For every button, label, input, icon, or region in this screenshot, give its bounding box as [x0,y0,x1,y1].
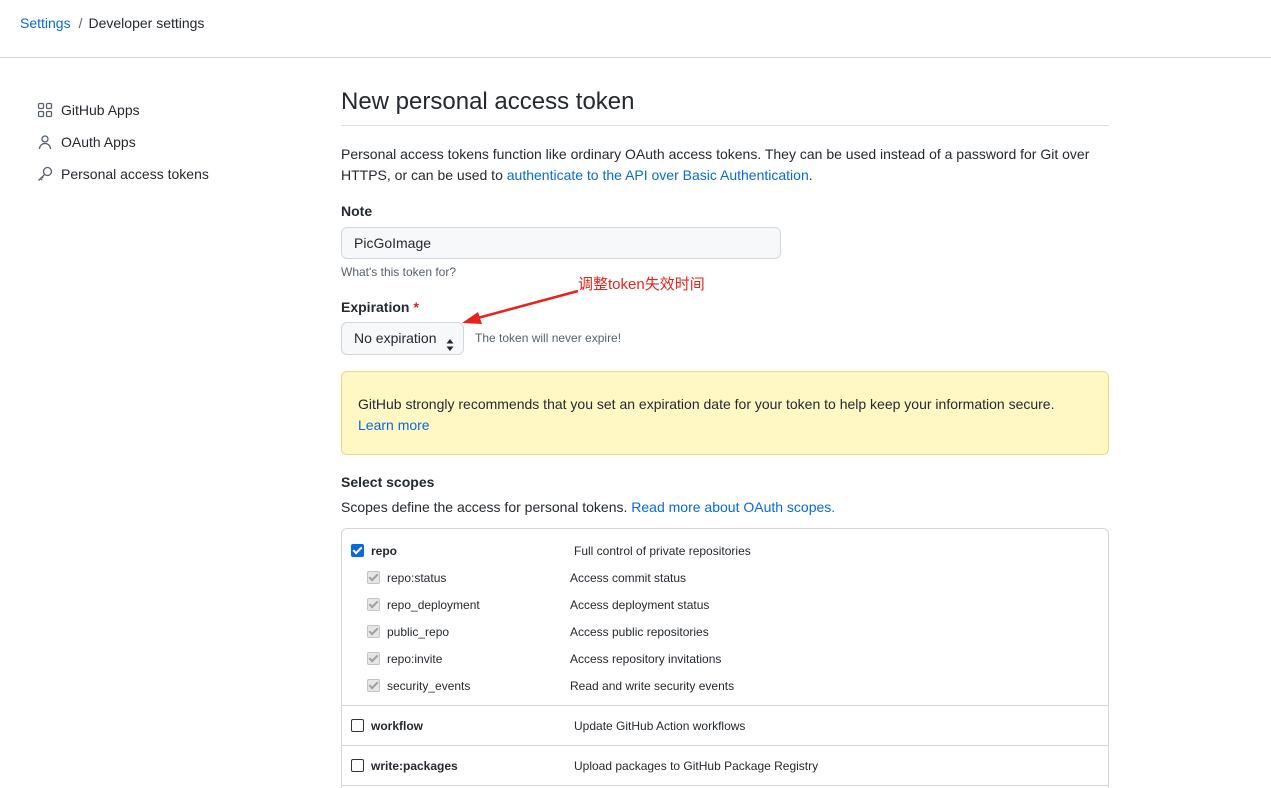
scope-row-public-repo: public_repo Access public repositories [342,618,1108,645]
person-icon [36,133,54,151]
warning-text: GitHub strongly recommends that you set … [358,396,1055,412]
scope-group-repo: repo Full control of private repositorie… [342,529,1108,706]
required-mark: * [413,299,419,315]
select-caret-icon [445,332,455,363]
repo-status-checkbox [367,571,380,584]
expiration-selected-value: No expiration [354,330,437,346]
main-content: New personal access token Personal acces… [341,86,1109,788]
expiration-label-text: Expiration [341,299,410,315]
scope-row-security-events: security_events Read and write security … [342,672,1108,699]
scope-name: workflow [371,718,424,733]
annotation-label: 调整token失效时间 [578,276,705,293]
scope-name: repo:invite [387,651,443,666]
breadcrumb: Settings / Developer settings [20,14,204,32]
basic-auth-link[interactable]: authenticate to the API over Basic Authe… [507,167,809,183]
scope-row-write-packages: write:packages Upload packages to GitHub… [342,752,1108,779]
scope-desc: Update GitHub Action workflows [574,718,746,733]
expiration-select[interactable]: No expiration [341,322,464,355]
sidebar-item-label: GitHub Apps [61,102,140,118]
scope-desc: Read and write security events [570,678,735,693]
scopes-title: Select scopes [341,474,435,490]
scopes-description: Scopes define the access for personal to… [341,499,835,515]
sidebar-item-oauth-apps[interactable]: OAuth Apps [36,126,296,158]
scope-desc: Full control of private repositories [574,543,751,558]
security-events-checkbox [367,679,380,692]
top-bar: Settings / Developer settings [0,0,1271,58]
repo-checkbox[interactable] [351,544,364,557]
scope-desc: Access public repositories [570,624,709,639]
note-input[interactable]: PicGoImage [341,227,781,259]
sidebar-item-label: OAuth Apps [61,134,136,150]
sidebar-item-label: Personal access tokens [61,166,209,182]
scope-name: repo:status [387,570,447,585]
scope-name: repo_deployment [387,597,480,612]
annotation-arrow-icon [462,289,579,324]
expiration-warning: GitHub strongly recommends that you set … [341,371,1109,455]
note-hint: What's this token for? [341,265,457,279]
scopes-desc-text: Scopes define the access for personal to… [341,499,632,515]
sidebar: GitHub Apps OAuth Apps Personal access t… [36,94,296,190]
scope-desc: Access repository invitations [570,651,722,666]
oauth-scopes-link[interactable]: Read more about OAuth scopes. [631,499,835,515]
breadcrumb-separator: / [78,15,83,31]
scope-row-workflow: workflow Update GitHub Action workflows [342,712,1108,739]
scope-name: write:packages [371,758,458,773]
scope-row-repo-status: repo:status Access commit status [342,564,1108,591]
intro-text: Personal access tokens function like ord… [341,144,1109,186]
public-repo-checkbox [367,625,380,638]
learn-more-link[interactable]: Learn more [358,417,430,433]
write-packages-checkbox[interactable] [351,759,364,772]
scope-row-repo: repo Full control of private repositorie… [342,537,1108,564]
expiration-hint: The token will never expire! [475,331,622,345]
scope-row-repo-deployment: repo_deployment Access deployment status [342,591,1108,618]
repo-deployment-checkbox [367,598,380,611]
sidebar-item-github-apps[interactable]: GitHub Apps [36,94,296,126]
workflow-checkbox[interactable] [351,719,364,732]
scope-row-repo-invite: repo:invite Access repository invitation… [342,645,1108,672]
page-title: New personal access token [341,86,1109,126]
apps-grid-icon [36,101,54,119]
scope-name: public_repo [387,624,450,639]
scope-name: security_events [387,678,471,693]
expiration-label: Expiration * [341,297,419,317]
breadcrumb-current: Developer settings [88,15,205,31]
intro-end: . [808,167,813,183]
breadcrumb-settings-link[interactable]: Settings [20,15,71,31]
scope-name: repo [371,543,398,558]
scope-desc: Upload packages to GitHub Package Regist… [574,758,819,773]
repo-invite-checkbox [367,652,380,665]
scopes-list: repo Full control of private repositorie… [341,528,1109,788]
scope-group-write-packages: write:packages Upload packages to GitHub… [342,746,1108,786]
scope-desc: Access deployment status [570,597,710,612]
key-icon [36,165,54,183]
sidebar-item-personal-access-tokens[interactable]: Personal access tokens [36,158,296,190]
note-label: Note [341,203,373,219]
scope-desc: Access commit status [570,570,687,585]
scope-group-workflow: workflow Update GitHub Action workflows [342,706,1108,746]
